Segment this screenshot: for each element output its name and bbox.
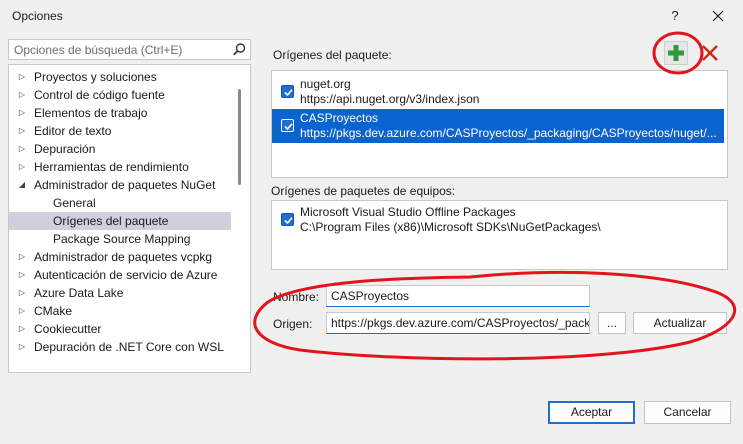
tree-item-depuracion-de-net-core-con-wsl[interactable]: ▷ Depuración de .NET Core con WSL [9, 338, 231, 356]
tree-item-label: Herramientas de rendimiento [34, 160, 189, 174]
tree-item-cookiecutter[interactable]: ▷ Cookiecutter [9, 320, 231, 338]
tree-item-label: Control de código fuente [34, 88, 165, 102]
tree-item-azure-data-lake[interactable]: ▷ Azure Data Lake [9, 284, 231, 302]
source-field[interactable]: https://pkgs.dev.azure.com/CASProyectos/… [326, 312, 590, 334]
name-field[interactable]: CASProyectos [326, 285, 590, 307]
source-row-nuget[interactable]: nuget.org https://api.nuget.org/v3/index… [272, 75, 724, 109]
source-name: Microsoft Visual Studio Offline Packages [300, 205, 516, 219]
tree-item-control-de-codigo-fuente[interactable]: ▷ Control de código fuente [9, 86, 231, 104]
ok-button[interactable]: Aceptar [548, 401, 635, 424]
checkbox[interactable] [281, 85, 294, 98]
tree-item-label: Cookiecutter [34, 322, 102, 336]
machine-source-row[interactable]: Microsoft Visual Studio Offline Packages… [272, 203, 724, 237]
checkmark-icon [284, 217, 293, 225]
expand-arrow-icon[interactable]: ▷ [17, 266, 27, 284]
source-row-casproyectos[interactable]: CASProyectos https://pkgs.dev.azure.com/… [272, 109, 724, 143]
options-search-input[interactable] [9, 40, 229, 59]
expand-arrow-icon[interactable]: ▷ [17, 68, 27, 86]
source-name: nuget.org [300, 77, 351, 91]
machine-sources-list[interactable]: Microsoft Visual Studio Offline Packages… [271, 200, 728, 270]
tree-item-administrador-de-paquetes-nuget[interactable]: ◢ Administrador de paquetes NuGet [9, 176, 231, 194]
tree-item-general[interactable]: General [9, 194, 231, 212]
source-url: C:\Program Files (x86)\Microsoft SDKs\Nu… [300, 220, 601, 234]
package-sources-label: Orígenes del paquete: [273, 48, 392, 62]
expand-arrow-icon[interactable]: ▷ [17, 158, 27, 176]
tree-item-label: Editor de texto [34, 124, 112, 138]
expand-arrow-icon[interactable]: ▷ [17, 320, 27, 338]
cancel-button[interactable]: Cancelar [644, 401, 731, 424]
expand-arrow-icon[interactable]: ▷ [17, 248, 27, 266]
expand-arrow-icon[interactable]: ▷ [17, 104, 27, 122]
options-tree[interactable]: ▷ Proyectos y soluciones ▷ Control de códig… [8, 64, 251, 373]
source-name: CASProyectos [300, 111, 379, 125]
tree-item-label: General [53, 196, 96, 210]
browse-button[interactable]: ... [598, 312, 626, 334]
tree-item-label: Administrador de paquetes vcpkg [34, 250, 213, 264]
collapse-arrow-icon[interactable]: ◢ [17, 176, 27, 194]
search-icon[interactable] [232, 42, 247, 57]
tree-item-depuracion[interactable]: ▷ Depuración [9, 140, 231, 158]
expand-arrow-icon[interactable]: ▷ [17, 338, 27, 356]
tree-item-label: Orígenes del paquete [53, 214, 169, 228]
tree-item-label: Azure Data Lake [34, 286, 124, 300]
checkmark-icon [284, 123, 293, 131]
tree-item-label: Proyectos y soluciones [34, 70, 157, 84]
expand-arrow-icon[interactable]: ▷ [17, 284, 27, 302]
tree-scrollbar[interactable] [238, 89, 241, 185]
checkbox[interactable] [281, 213, 294, 226]
add-source-button[interactable] [664, 41, 688, 65]
tree-item-autenticacion-de-servicio-de-azure[interactable]: ▷ Autenticación de servicio de Azure [9, 266, 231, 284]
tree-item-label: Autenticación de servicio de Azure [34, 268, 218, 282]
title-bar: Opciones ? [0, 0, 743, 32]
checkmark-icon [284, 89, 293, 97]
options-search-box[interactable] [8, 39, 251, 60]
tree-item-herramientas-de-rendimiento[interactable]: ▷ Herramientas de rendimiento [9, 158, 231, 176]
tree-item-label: Elementos de trabajo [34, 106, 148, 120]
tree-item-label: Administrador de paquetes NuGet [34, 178, 216, 192]
tree-item-elementos-de-trabajo[interactable]: ▷ Elementos de trabajo [9, 104, 231, 122]
tree-item-administrador-de-paquetes-vcpkg[interactable]: ▷ Administrador de paquetes vcpkg [9, 248, 231, 266]
tree-item-label: CMake [34, 304, 73, 318]
tree-item-label: Depuración de .NET Core con WSL [34, 340, 224, 354]
tree-item-label: Depuración [34, 142, 96, 156]
expand-arrow-icon[interactable]: ▷ [17, 122, 27, 140]
remove-x-icon [702, 45, 718, 61]
window-title: Opciones [12, 9, 63, 23]
expand-arrow-icon[interactable]: ▷ [17, 140, 27, 158]
tree-item-package-source-mapping[interactable]: Package Source Mapping [9, 230, 231, 248]
package-sources-list[interactable]: nuget.org https://api.nuget.org/v3/index… [271, 70, 728, 178]
checkbox[interactable] [281, 119, 294, 132]
tree-item-cmake[interactable]: ▷ CMake [9, 302, 231, 320]
source-url: https://api.nuget.org/v3/index.json [300, 92, 480, 106]
plus-icon [668, 45, 684, 61]
help-button[interactable]: ? [664, 5, 686, 27]
name-label: Nombre: [273, 290, 320, 304]
source-url: https://pkgs.dev.azure.com/CASProyectos/… [300, 126, 717, 140]
expand-arrow-icon[interactable]: ▷ [17, 86, 27, 104]
tree-item-origenes-del-paquete[interactable]: Orígenes del paquete [9, 212, 231, 230]
remove-source-button[interactable] [698, 41, 722, 65]
machine-sources-label: Orígenes de paquetes de equipos: [271, 184, 456, 198]
tree-item-proyectos-y-soluciones[interactable]: ▷ Proyectos y soluciones [9, 68, 231, 86]
expand-arrow-icon[interactable]: ▷ [17, 302, 27, 320]
source-label: Origen: [273, 317, 313, 331]
close-icon[interactable] [707, 5, 729, 27]
tree-item-label: Package Source Mapping [53, 232, 191, 246]
update-button[interactable]: Actualizar [633, 312, 727, 334]
tree-item-editor-de-texto[interactable]: ▷ Editor de texto [9, 122, 231, 140]
